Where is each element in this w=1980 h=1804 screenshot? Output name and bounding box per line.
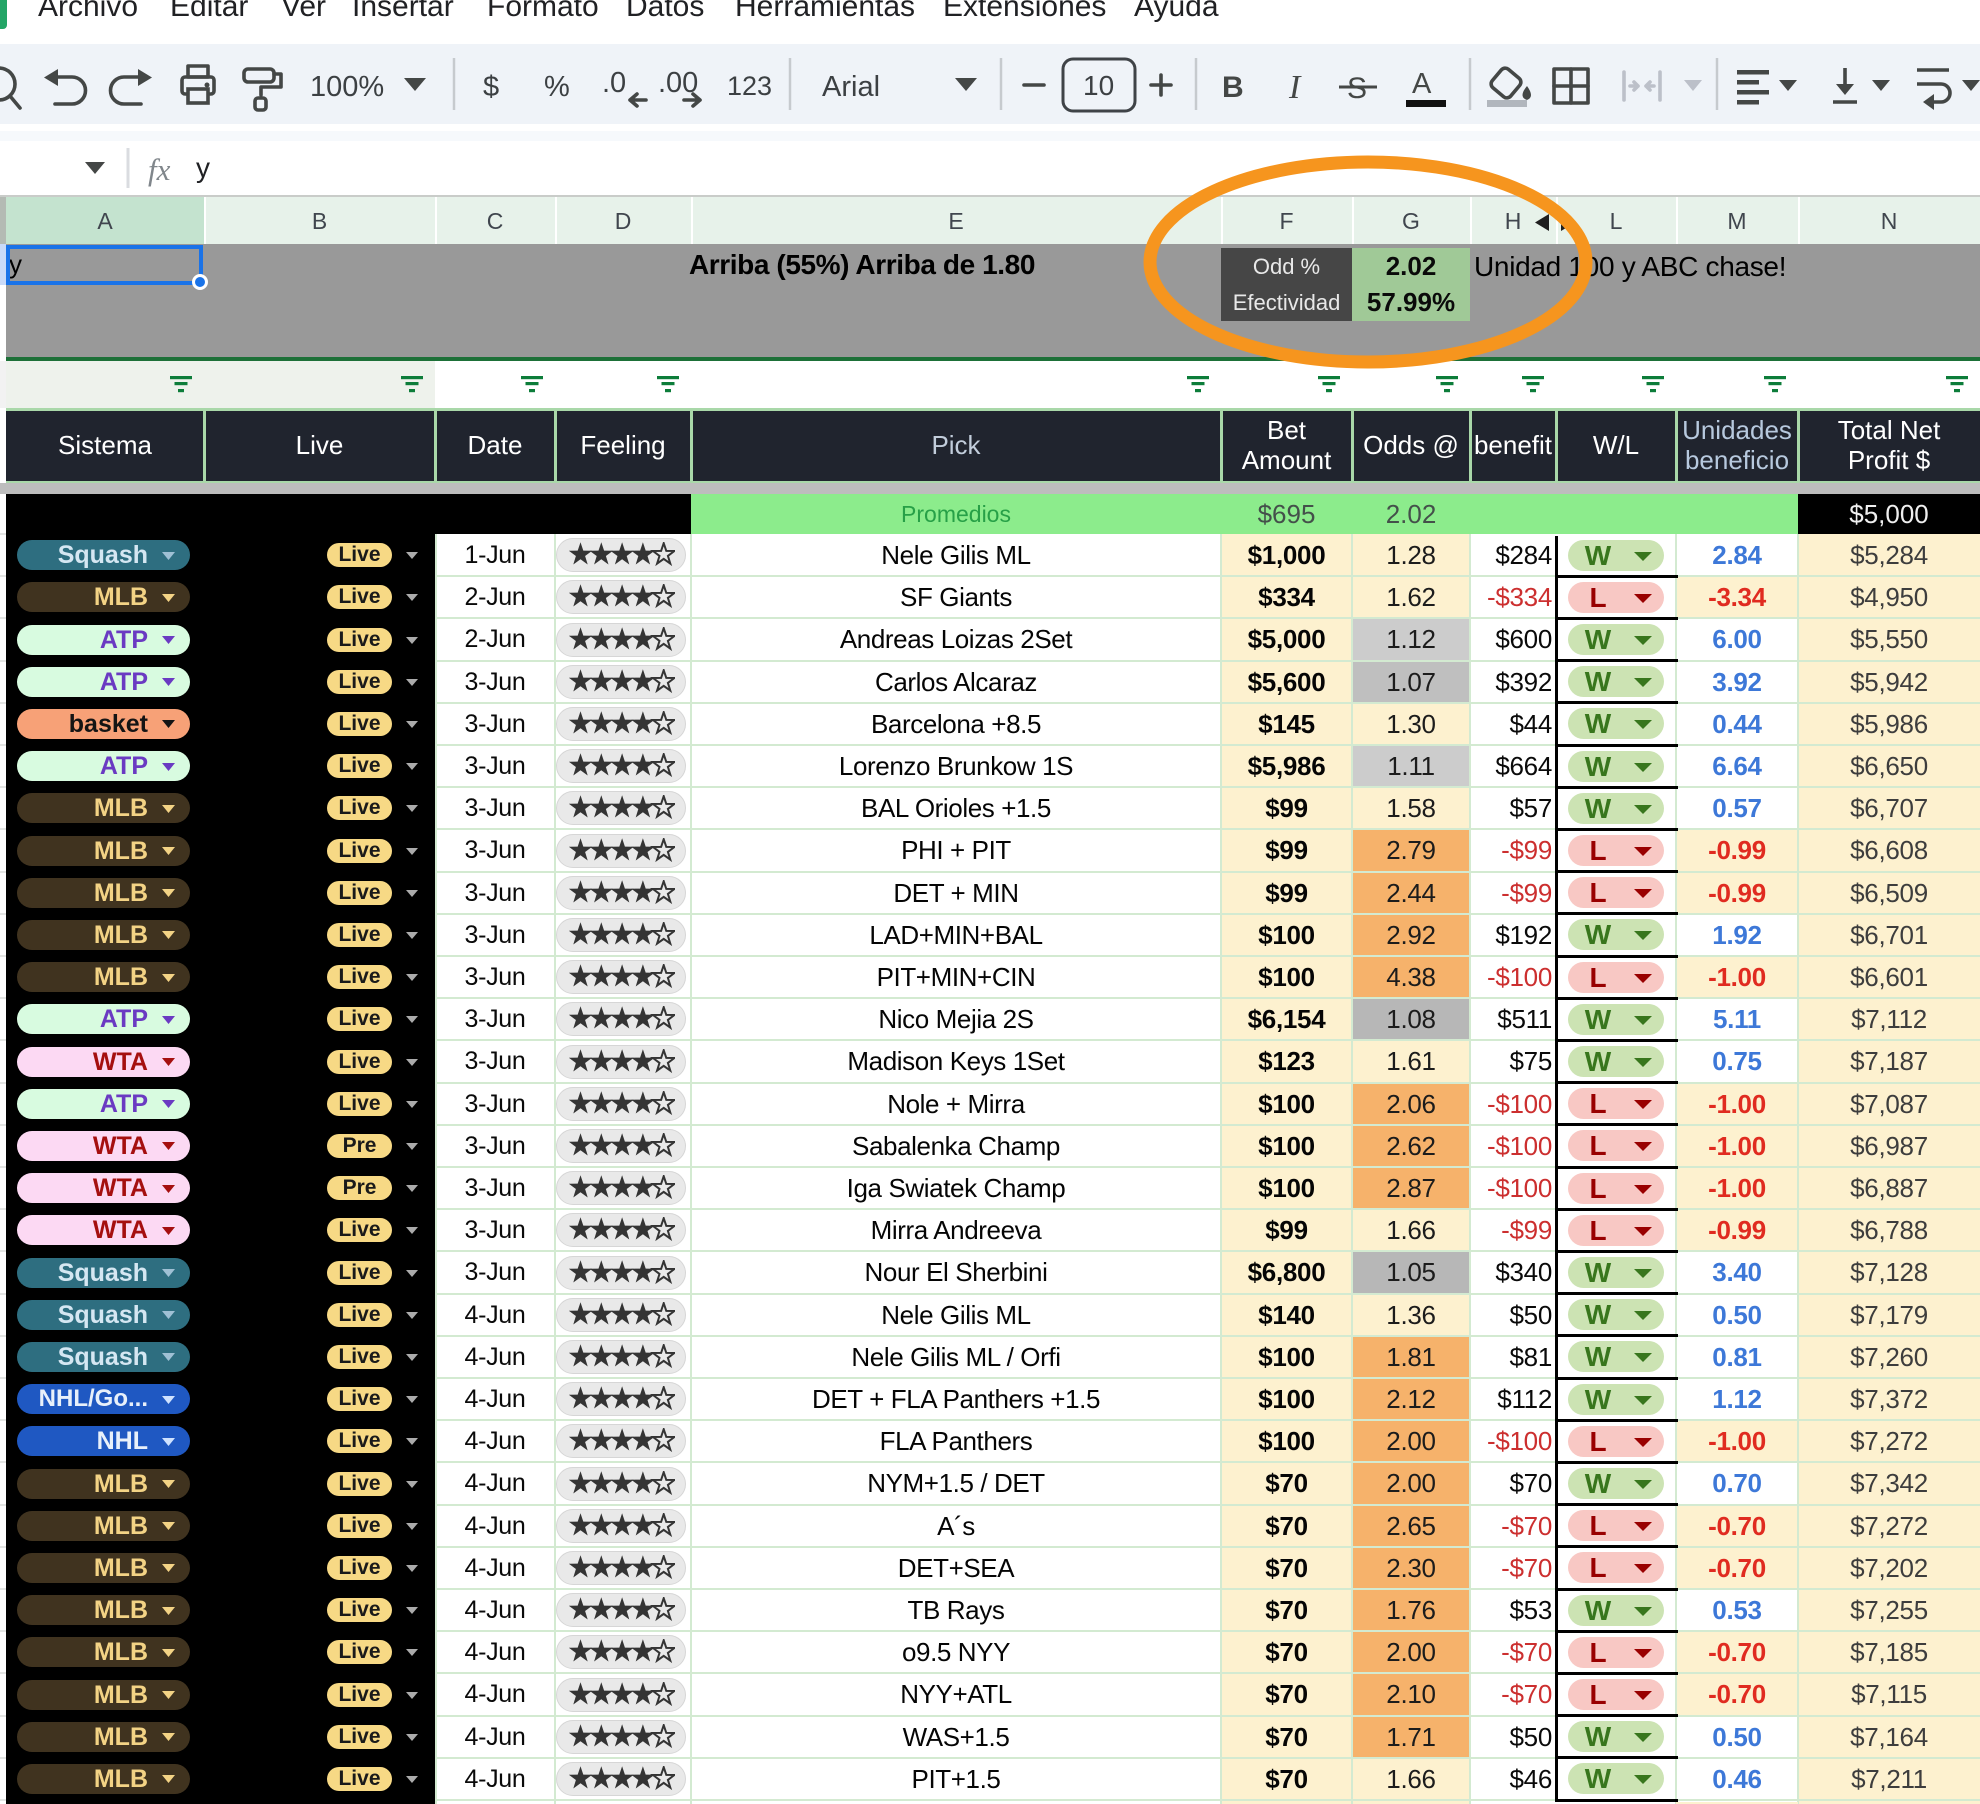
svg-text:Arial: Arial — [822, 71, 880, 103]
svg-text:I: I — [1288, 69, 1302, 106]
svg-text:.0: .0 — [602, 67, 626, 99]
svg-text:fx: fx — [148, 152, 171, 187]
svg-text:100%: 100% — [310, 71, 384, 103]
svg-text:A: A — [1412, 68, 1432, 100]
svg-text:$: $ — [483, 71, 499, 103]
svg-text:10: 10 — [1083, 70, 1114, 101]
svg-text:%: % — [544, 71, 570, 103]
svg-text:B: B — [1222, 71, 1244, 104]
svg-text:123: 123 — [727, 71, 772, 101]
